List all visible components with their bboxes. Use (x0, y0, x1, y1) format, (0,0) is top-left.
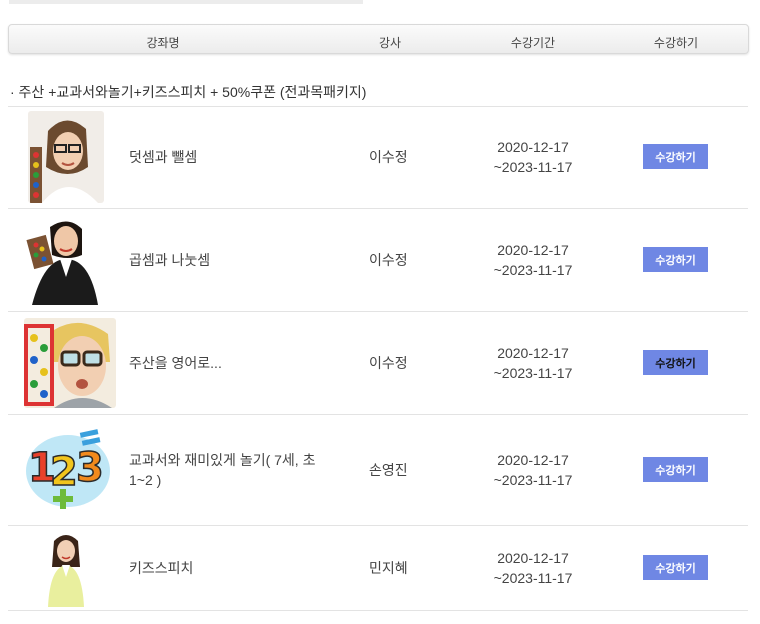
teacher-with-abacus-photo[interactable] (28, 111, 104, 203)
teacher-name: 이수정 (369, 355, 408, 371)
table-header: 강좌명 강사 수강기간 수강하기 (8, 24, 749, 54)
period-start: 2020-12-17 (497, 345, 569, 361)
period-start: 2020-12-17 (497, 242, 569, 258)
period-start: 2020-12-17 (497, 550, 569, 566)
enroll-period: 2020-12-17 ~2023-11-17 (488, 450, 578, 490)
table-row: 1 2 3 교과서와 재미있게 놀기( 7세, 초1~2 ) 손영진 2020-… (8, 415, 748, 525)
enroll-button[interactable]: 수강하기 (643, 350, 708, 375)
header-enroll: 수강하기 (653, 36, 699, 50)
header-teacher: 강사 (378, 36, 402, 50)
teacher-name: 민지혜 (369, 560, 408, 576)
header-course-name: 강좌명 (146, 36, 180, 50)
table-row: 주산을 영어로... 이수정 2020-12-17 ~2023-11-17 수강… (8, 312, 748, 414)
enroll-button[interactable]: 수강하기 (643, 144, 708, 169)
woman-speaker-photo[interactable] (42, 531, 90, 607)
table-row: 곱셈과 나눗셈 이수정 2020-12-17 ~2023-11-17 수강하기 (8, 209, 748, 311)
enroll-button[interactable]: 수강하기 (643, 555, 708, 580)
course-name[interactable]: 교과서와 재미있게 놀기( 7세, 초1~2 ) (129, 450, 329, 490)
enroll-period: 2020-12-17 ~2023-11-17 (488, 137, 578, 177)
svg-text:2: 2 (50, 449, 78, 495)
course-name[interactable]: 주산을 영어로... (129, 353, 329, 373)
period-end: ~2023-11-17 (493, 262, 573, 278)
enroll-button[interactable]: 수강하기 (643, 247, 708, 272)
period-start: 2020-12-17 (497, 452, 569, 468)
teacher-name: 이수정 (369, 149, 408, 165)
course-name[interactable]: 키즈스피치 (129, 558, 329, 578)
period-end: ~2023-11-17 (493, 159, 573, 175)
package-title: · 주산 +교과서와놀기+키즈스피치 + 50%쿠폰 (전과목패키지) (10, 84, 367, 100)
teacher-name: 이수정 (369, 252, 408, 268)
course-name[interactable]: 덧셈과 뺄셈 (129, 147, 329, 167)
header-period: 수강기간 (510, 36, 556, 50)
period-end: ~2023-11-17 (493, 570, 573, 586)
teacher-name: 손영진 (369, 462, 408, 478)
table-row: 덧셈과 뺄셈 이수정 2020-12-17 ~2023-11-17 수강하기 (8, 107, 748, 208)
numbers-123-illustration[interactable]: 1 2 3 (24, 427, 112, 513)
table-row: 키즈스피치 민지혜 2020-12-17 ~2023-11-17 수강하기 (8, 526, 748, 610)
enroll-button[interactable]: 수강하기 (643, 457, 708, 482)
enroll-period: 2020-12-17 ~2023-11-17 (488, 343, 578, 383)
period-end: ~2023-11-17 (493, 365, 573, 381)
period-end: ~2023-11-17 (493, 472, 573, 488)
child-with-glasses-abacus-photo[interactable] (24, 318, 116, 408)
course-name[interactable]: 곱셈과 나눗셈 (129, 250, 329, 270)
period-start: 2020-12-17 (497, 139, 569, 155)
woman-holding-abacus-photo[interactable] (24, 215, 102, 305)
svg-text:3: 3 (76, 445, 104, 491)
divider (8, 610, 748, 611)
top-scroll-strip (9, 0, 363, 4)
enroll-period: 2020-12-17 ~2023-11-17 (488, 240, 578, 280)
enroll-period: 2020-12-17 ~2023-11-17 (488, 548, 578, 588)
